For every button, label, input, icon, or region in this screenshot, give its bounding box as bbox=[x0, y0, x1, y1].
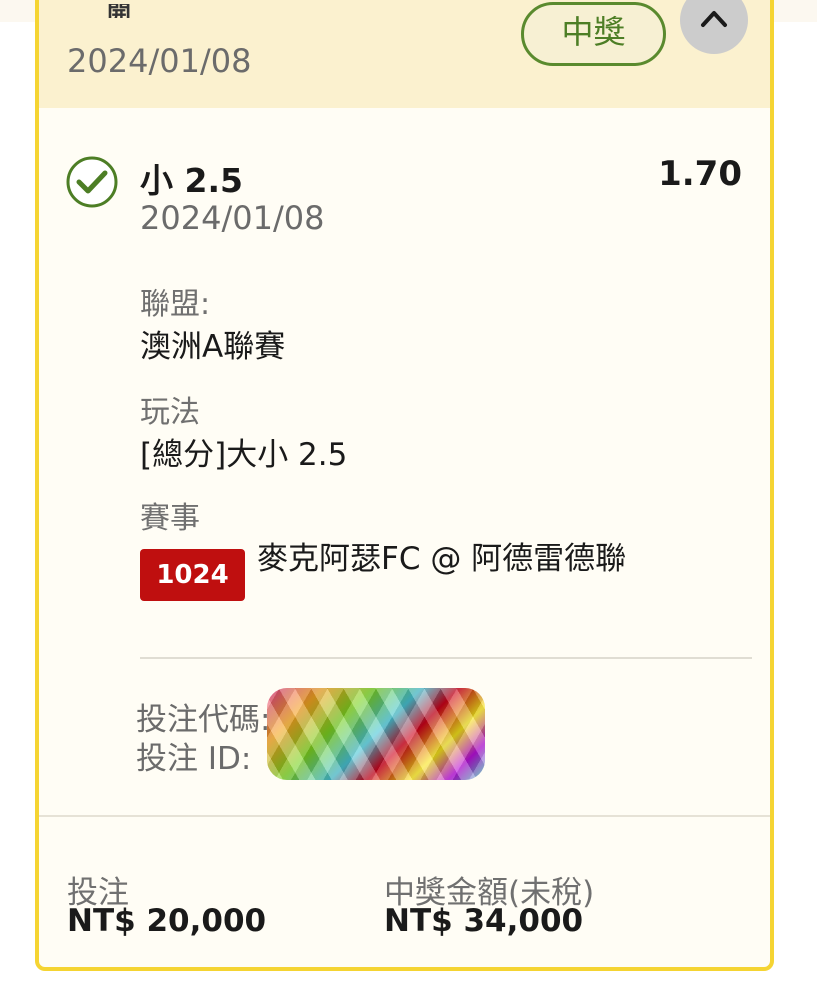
check-circle-icon bbox=[66, 156, 118, 208]
event-id-badge: 1024 bbox=[140, 549, 245, 601]
selection-name: 小 2.5 bbox=[140, 161, 243, 200]
market-label: 玩法 bbox=[140, 395, 200, 430]
league-label: 聯盟: bbox=[140, 287, 211, 322]
chevron-up-icon bbox=[701, 11, 727, 27]
divider bbox=[140, 657, 752, 659]
redaction-pattern bbox=[267, 688, 485, 780]
event-name: 麥克阿瑟FC @ 阿德雷德聯 bbox=[257, 541, 627, 577]
market-value: [總分]大小 2.5 bbox=[140, 437, 348, 473]
selection-odds: 1.70 bbox=[658, 154, 742, 194]
status-badge: 中獎 bbox=[521, 2, 666, 66]
header-title-partial: 開 bbox=[107, 4, 131, 18]
bet-id-label: 投注 ID: bbox=[136, 741, 252, 777]
league-value: 澳洲A聯賽 bbox=[140, 329, 286, 365]
selection-date: 2024/01/08 bbox=[140, 199, 325, 237]
payout-value: NT$ 34,000 bbox=[384, 903, 584, 939]
footer-divider bbox=[39, 815, 770, 817]
header-date: 2024/01/08 bbox=[67, 42, 252, 80]
bet-slip-card: 開 2024/01/08 中獎 小 2.5 1.70 2024/01/08 聯盟… bbox=[35, 0, 774, 971]
stake-value: NT$ 20,000 bbox=[67, 903, 267, 939]
event-label: 賽事 bbox=[140, 501, 200, 536]
